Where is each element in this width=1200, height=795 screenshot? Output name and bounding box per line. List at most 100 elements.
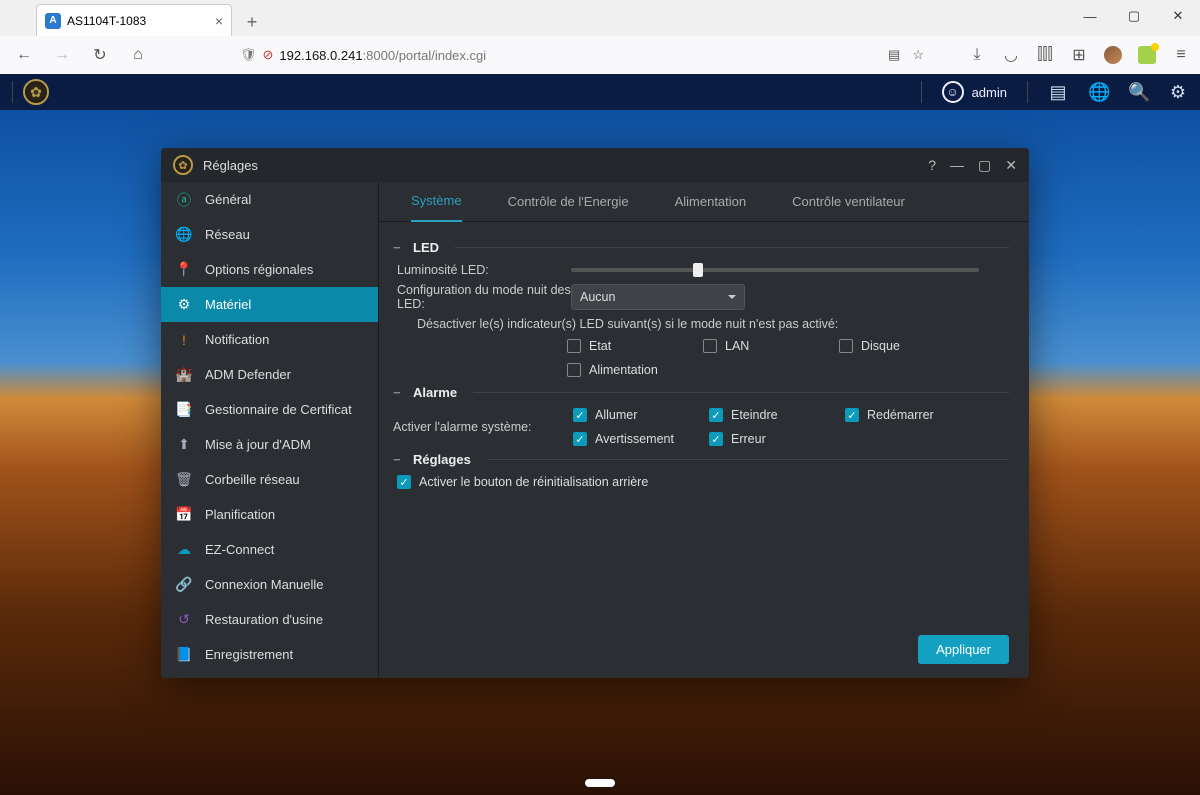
pocket-icon[interactable]: ◡: [1002, 46, 1020, 64]
tab-alimentation[interactable]: Alimentation: [675, 182, 747, 222]
tab-contr-le-de-l-energie[interactable]: Contrôle de l'Energie: [508, 182, 629, 222]
home-button[interactable]: ⌂: [124, 41, 152, 69]
sidebar-icon: ☁: [175, 541, 193, 559]
sidebar-icon: ↺: [175, 611, 193, 629]
sidebar-icon: 🔗: [175, 576, 193, 594]
maximize-button[interactable]: ▢: [1112, 0, 1156, 32]
chat-icon[interactable]: ▤: [1048, 82, 1068, 103]
sidebar-icon: ⓐ: [175, 191, 193, 209]
tab-contr-le-ventilateur[interactable]: Contrôle ventilateur: [792, 182, 905, 222]
library-icon[interactable]: ⫿⫿⫿: [1036, 46, 1054, 64]
check-etat[interactable]: Etat: [567, 339, 703, 353]
check-avertissement[interactable]: ✓Avertissement: [573, 432, 709, 446]
user-chip[interactable]: ☺ admin: [942, 81, 1007, 103]
settings-sliders-icon[interactable]: ⚙: [1168, 82, 1188, 103]
check-eteindre[interactable]: ✓Eteindre: [709, 408, 845, 422]
taskbar-settings-icon[interactable]: ✿: [23, 79, 49, 105]
reload-button[interactable]: ↻: [86, 41, 114, 69]
browser-toolbar: ← → ↻ ⌂ 🛡 ⊘ 192.168.0.241:8000/portal/in…: [0, 36, 1200, 74]
settings-content: Système Contrôle de l'Energie Alimentation…: [379, 182, 1029, 678]
sidebar-item-mat-riel[interactable]: ⚙Matériel: [161, 287, 378, 322]
check-reset-button[interactable]: ✓ Activer le bouton de réinitialisation …: [393, 475, 1009, 489]
sidebar-item-r-seau[interactable]: 🌐 Réseau: [161, 217, 378, 252]
extensions-icon[interactable]: [1138, 46, 1156, 64]
minimize-button[interactable]: ―: [1068, 0, 1112, 32]
grid-icon[interactable]: ⊞: [1070, 46, 1088, 64]
tab-syst-me[interactable]: Système: [411, 182, 462, 222]
sidebar-icon: 🗑: [175, 471, 193, 489]
sidebar-item-planification[interactable]: 📅Planification: [161, 497, 378, 532]
check-disque[interactable]: Disque: [839, 339, 975, 353]
browser-tab[interactable]: A AS1104T-1083 ×: [36, 4, 232, 36]
settings-sidebar: ⓐ Général 🌐 Réseau 📍Options régionales⚙Matér…: [161, 182, 379, 678]
alarm-enable-label: Activer l'alarme système:: [393, 420, 573, 434]
settings-titlebar[interactable]: ✿ Réglages ? ― ▢ ✕: [161, 148, 1029, 182]
url-path: :8000/portal/index.cgi: [363, 48, 487, 63]
brightness-slider[interactable]: [571, 268, 979, 272]
check-lan[interactable]: LAN: [703, 339, 839, 353]
globe-icon[interactable]: 🌐: [1088, 82, 1108, 103]
bookmark-star-icon[interactable]: ☆: [912, 47, 924, 63]
check-allumer[interactable]: ✓Allumer: [573, 408, 709, 422]
address-bar[interactable]: 🛡 ⊘ 192.168.0.241:8000/portal/index.cgi …: [232, 40, 938, 70]
settings-title-icon: ✿: [173, 155, 193, 175]
sidebar-item-g-n-ral[interactable]: ⓐ Général: [161, 182, 378, 217]
apply-button[interactable]: Appliquer: [918, 635, 1009, 664]
username-label: admin: [972, 85, 1007, 100]
sidebar-item-connexion-manuelle[interactable]: 🔗Connexion Manuelle: [161, 567, 378, 602]
sidebar-item-gestionnaire-de-certificat[interactable]: 📑 Gestionnaire de Certificat: [161, 392, 378, 427]
sidebar-item-ez-connect[interactable]: ☁ EZ-Connect: [161, 532, 378, 567]
profile-avatar-icon[interactable]: [1104, 46, 1122, 64]
sidebar-item-enregistrement[interactable]: 📘Enregistrement: [161, 637, 378, 672]
sidebar-item-label: Gestionnaire de Certificat: [205, 402, 352, 417]
sidebar-item-adm-defender[interactable]: 🏰ADM Defender: [161, 357, 378, 392]
window-maximize-button[interactable]: ▢: [978, 157, 991, 174]
section-reglages: Réglages: [393, 452, 1009, 467]
window-controls: ― ▢ ✕: [1068, 0, 1200, 32]
sidebar-item-restauration-d-usine[interactable]: ↺Restauration d'usine: [161, 602, 378, 637]
dock-handle[interactable]: [585, 779, 615, 787]
new-tab-button[interactable]: +: [238, 8, 266, 36]
tab-close-icon[interactable]: ×: [215, 13, 223, 29]
help-button[interactable]: ?: [928, 157, 936, 174]
sidebar-item-label: EZ-Connect: [205, 542, 274, 557]
app-taskbar: ✿ ☺ admin ▤ 🌐 🔍 ⚙: [0, 74, 1200, 110]
sidebar-item-label: Mise à jour d'ADM: [205, 437, 311, 452]
sidebar-item-mise-jour-d-adm[interactable]: ⬆ Mise à jour d'ADM: [161, 427, 378, 462]
reader-mode-icon[interactable]: ▤: [888, 47, 900, 63]
sidebar-item-options-r-gionales[interactable]: 📍Options régionales: [161, 252, 378, 287]
window-close-button[interactable]: ✕: [1005, 157, 1017, 174]
sidebar-item-label: Général: [205, 192, 251, 207]
sidebar-icon: 🌐: [175, 226, 193, 244]
back-button[interactable]: ←: [10, 41, 38, 69]
tab-favicon-icon: A: [45, 13, 61, 29]
search-icon[interactable]: 🔍: [1128, 82, 1148, 103]
slider-thumb[interactable]: [693, 263, 703, 277]
sidebar-item-notification[interactable]: !Notification: [161, 322, 378, 357]
sidebar-item-label: Réseau: [205, 227, 250, 242]
night-mode-select[interactable]: Aucun: [571, 284, 745, 310]
sidebar-icon: ⬆: [175, 436, 193, 454]
section-led: LED: [393, 240, 1009, 255]
window-minimize-button[interactable]: ―: [950, 157, 964, 174]
tabs: Système Contrôle de l'Energie Alimentation…: [379, 182, 1029, 222]
check-alimentation[interactable]: Alimentation: [567, 363, 703, 377]
sidebar-icon: 📑: [175, 401, 193, 419]
check-erreur[interactable]: ✓Erreur: [709, 432, 845, 446]
panel-systeme: LED Luminosité LED: Configuration du mod…: [379, 222, 1029, 678]
sidebar-icon: 📍: [175, 261, 193, 279]
sidebar-item-corbeille-r-seau[interactable]: 🗑Corbeille réseau: [161, 462, 378, 497]
browser-chrome: A AS1104T-1083 × + ― ▢ ✕ ← → ↻ ⌂ 🛡 ⊘ 192…: [0, 0, 1200, 74]
forward-button[interactable]: →: [48, 41, 76, 69]
menu-icon[interactable]: ≡: [1172, 46, 1190, 64]
section-alarme: Alarme: [393, 385, 1009, 400]
brightness-label: Luminosité LED:: [397, 263, 571, 277]
toolbar-icons: ⤓ ◡ ⫿⫿⫿ ⊞ ≡: [968, 46, 1190, 64]
tab-strip: A AS1104T-1083 × +: [0, 0, 1200, 36]
url-host: 192.168.0.241: [279, 48, 362, 63]
sidebar-item-label: Matériel: [205, 297, 251, 312]
tab-title: AS1104T-1083: [67, 14, 146, 28]
check-redemarrer[interactable]: ✓Redémarrer: [845, 408, 981, 422]
save-page-icon[interactable]: ⤓: [968, 46, 986, 64]
close-button[interactable]: ✕: [1156, 0, 1200, 32]
